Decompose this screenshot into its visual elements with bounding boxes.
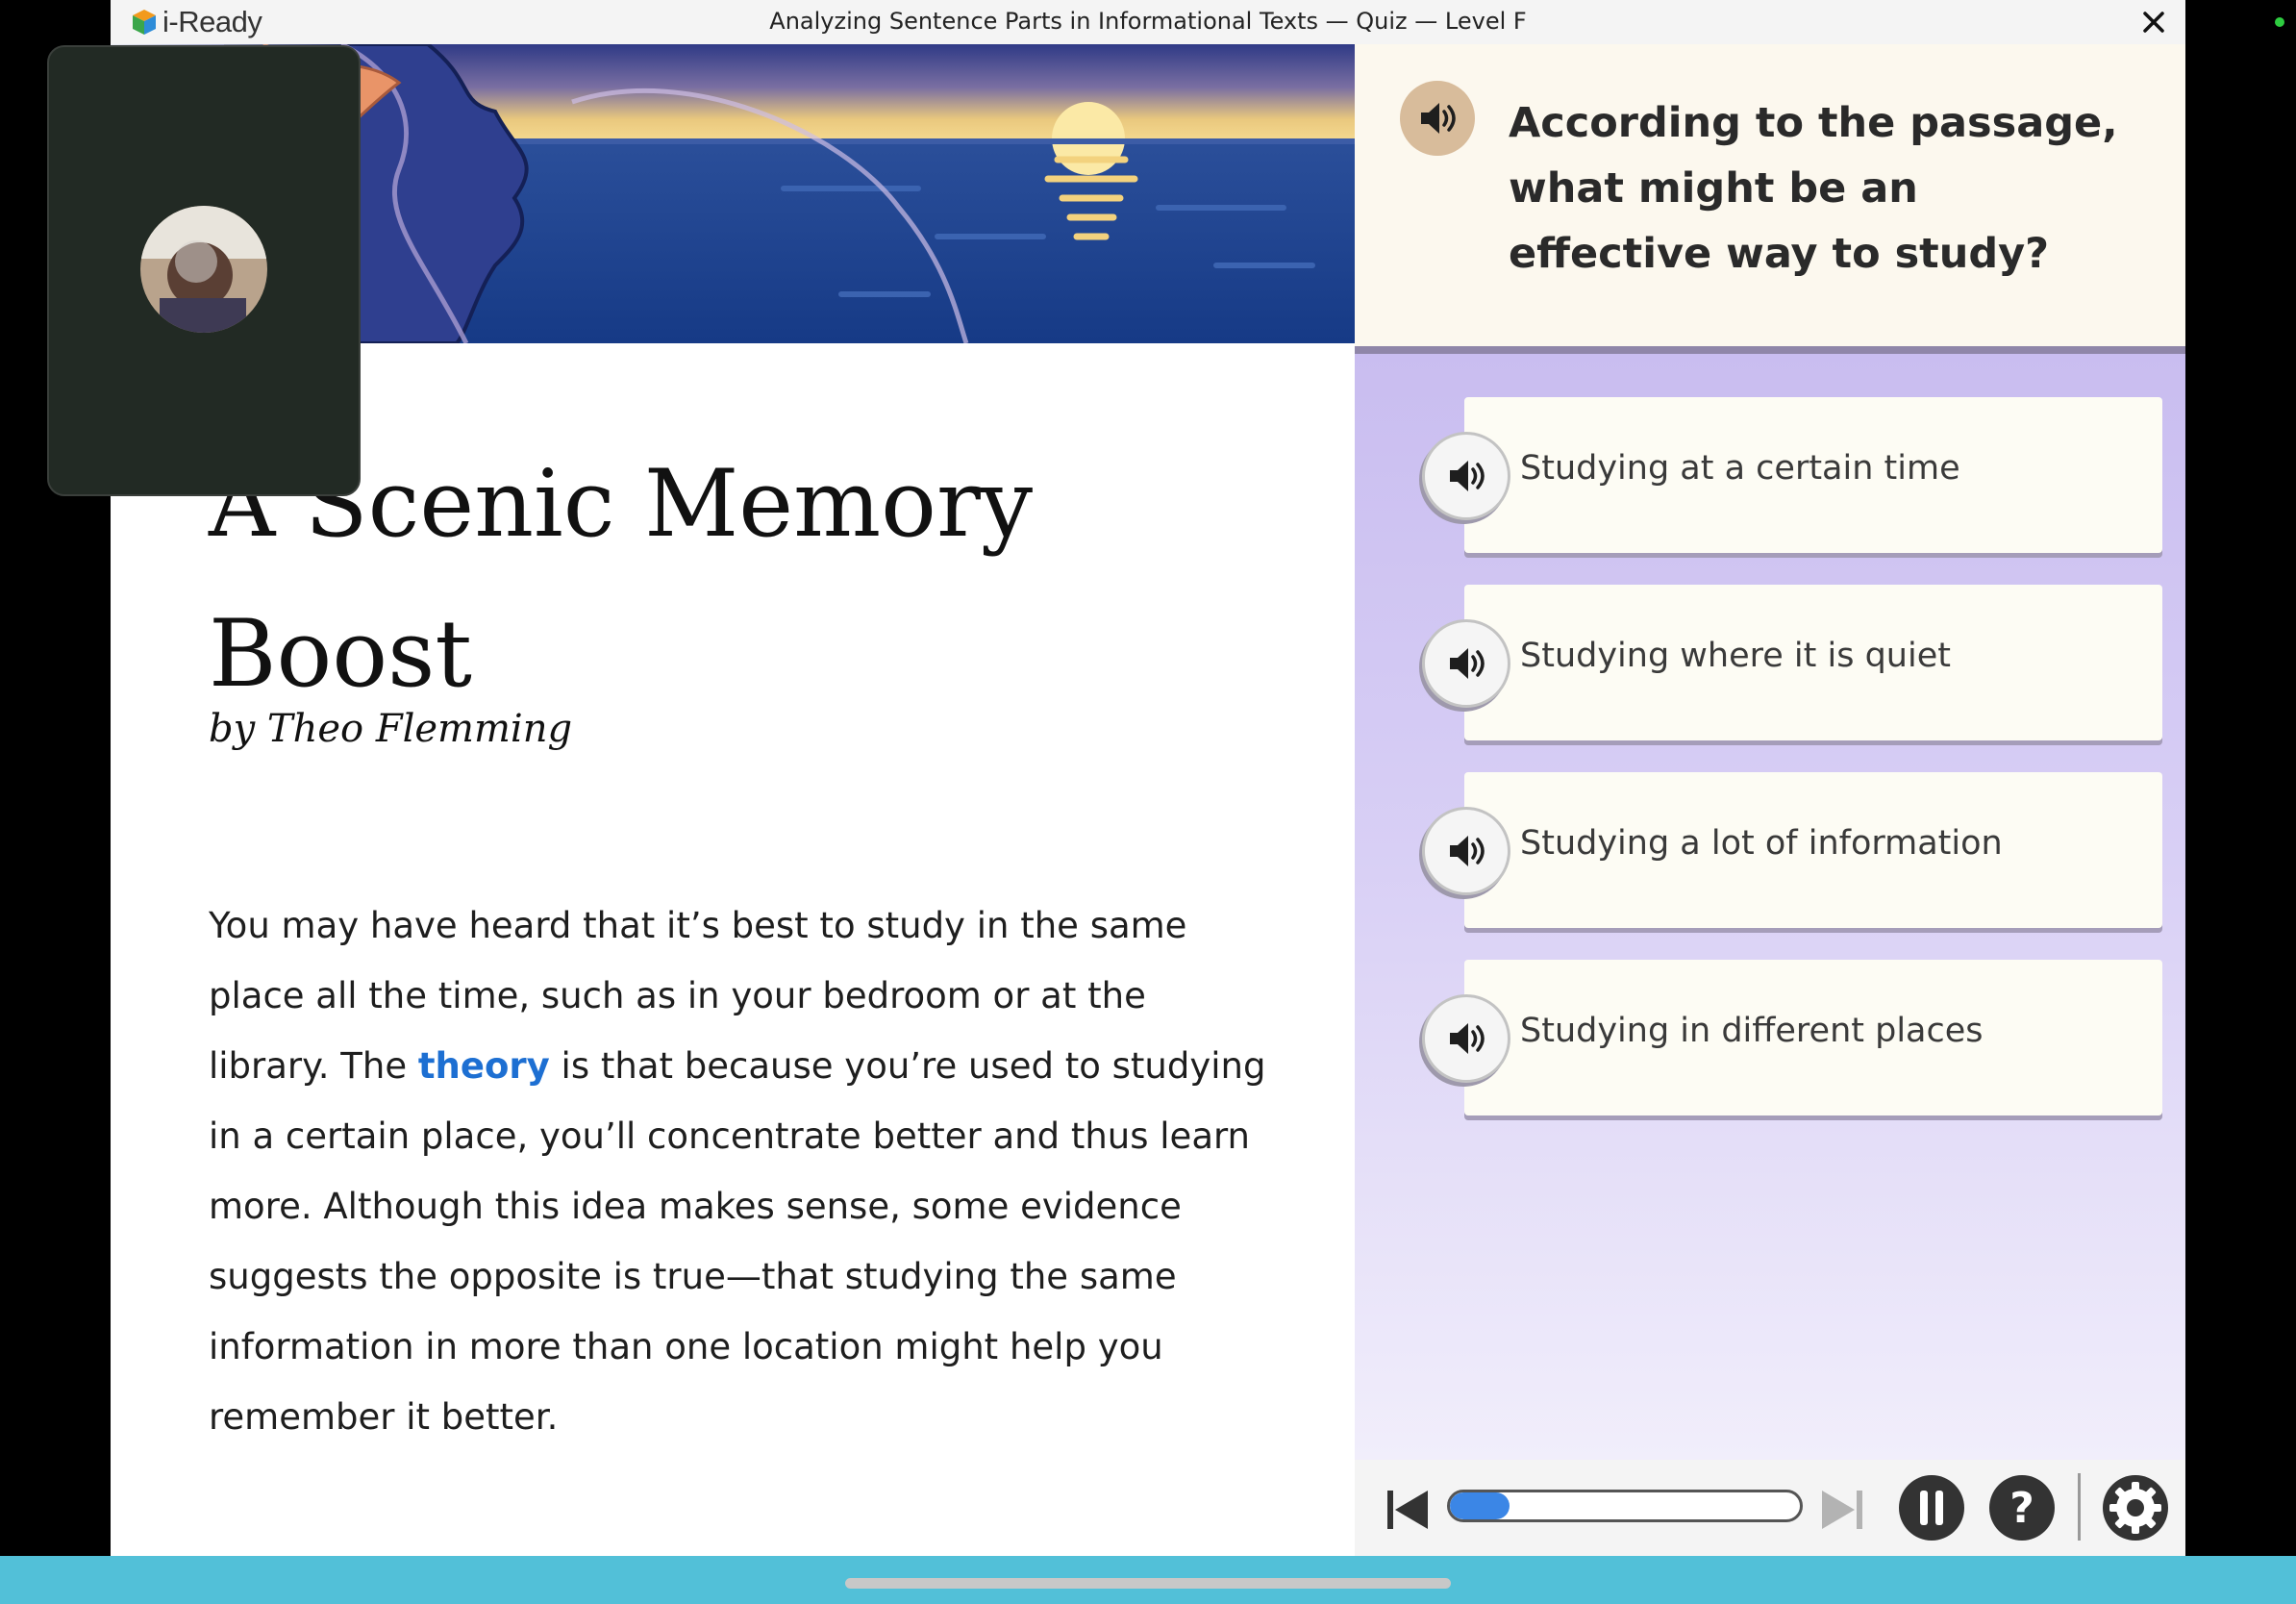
audio-progress-track[interactable] xyxy=(1447,1490,1803,1522)
video-call-tile[interactable] xyxy=(47,45,361,496)
audio-progress-fill xyxy=(1450,1492,1510,1519)
window-title: Analyzing Sentence Parts in Informationa… xyxy=(769,8,1527,35)
avatar xyxy=(140,206,267,333)
passage-byline: by Theo Flemming xyxy=(209,707,573,751)
title-bar: i-Ready Analyzing Sentence Parts in Info… xyxy=(111,0,2185,44)
help-icon: ? xyxy=(1989,1475,2055,1541)
answer-label: Studying in different places xyxy=(1520,1012,1984,1050)
passage-text-after: is that because you’re used to studying … xyxy=(209,1045,1266,1438)
answer-label: Studying at a certain time xyxy=(1520,449,1960,488)
speaker-icon xyxy=(1450,836,1485,866)
skip-back-icon xyxy=(1387,1491,1428,1529)
home-indicator[interactable] xyxy=(845,1578,1451,1589)
close-icon xyxy=(2143,12,2164,33)
pause-icon xyxy=(1899,1475,1964,1541)
answer-option-3[interactable]: Studying a lot of information xyxy=(1422,772,2162,928)
help-button[interactable]: ? xyxy=(1987,1473,2057,1546)
speaker-icon xyxy=(1450,1023,1485,1054)
skip-forward-icon xyxy=(1822,1491,1862,1529)
question-text: According to the passage, what might be … xyxy=(1509,99,2118,278)
settings-icon xyxy=(2103,1475,2168,1541)
speaker-icon xyxy=(1450,461,1485,491)
skip-forward-button[interactable] xyxy=(1820,1487,1866,1537)
controls-divider xyxy=(2078,1473,2081,1541)
answer-option-4[interactable]: Studying in different places xyxy=(1422,960,2162,1115)
question-audio-button[interactable] xyxy=(1400,81,1475,156)
vocab-link-theory[interactable]: theory xyxy=(418,1045,550,1087)
answer-4-audio-button[interactable] xyxy=(1422,994,1510,1083)
close-button[interactable] xyxy=(2137,6,2170,38)
settings-button[interactable] xyxy=(2101,1473,2170,1546)
skip-back-button[interactable] xyxy=(1384,1487,1430,1537)
speaker-icon xyxy=(1450,648,1485,679)
answer-choices-panel: Studying at a certain time Studying wher… xyxy=(1355,354,2185,1460)
question-panel: According to the passage, what might be … xyxy=(1355,44,2185,346)
audio-controls: ? xyxy=(1355,1460,2185,1556)
speaker-icon xyxy=(1421,103,1456,134)
camera-status-dot xyxy=(2275,17,2284,27)
answer-label: Studying where it is quiet xyxy=(1520,637,1951,675)
answer-option-2[interactable]: Studying where it is quiet xyxy=(1422,585,2162,740)
answer-label: Studying a lot of information xyxy=(1520,824,2003,863)
answer-option-1[interactable]: Studying at a certain time xyxy=(1422,397,2162,553)
passage-body: You may have heard that it’s best to stu… xyxy=(209,890,1276,1452)
answer-3-audio-button[interactable] xyxy=(1422,807,1510,895)
svg-text:?: ? xyxy=(2009,1484,2034,1533)
answer-1-audio-button[interactable] xyxy=(1422,432,1510,520)
question-divider xyxy=(1355,346,2185,354)
answer-2-audio-button[interactable] xyxy=(1422,619,1510,708)
pause-button[interactable] xyxy=(1897,1473,1966,1546)
